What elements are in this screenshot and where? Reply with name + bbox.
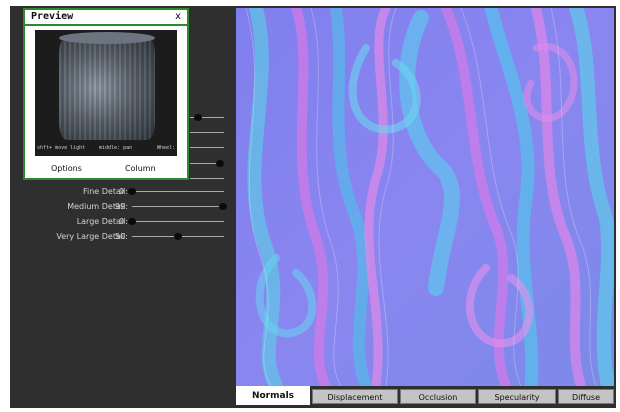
hidden-slider-knob[interactable] [194, 114, 202, 121]
very-large-detail-value: 50 [115, 232, 126, 241]
preview-menu: Options Column [25, 162, 187, 178]
tab-displacement[interactable]: Displacement [312, 389, 398, 404]
tab-specularity[interactable]: Specularity [478, 389, 556, 404]
medium-detail-value: 99 [115, 202, 126, 211]
hidden-slider-track[interactable] [190, 178, 224, 179]
fine-detail-row: Fine Detail: 0 [10, 186, 232, 198]
preview-title-bar[interactable]: Preview x [25, 10, 187, 26]
medium-detail-track[interactable] [132, 206, 224, 207]
preview-title: Preview [31, 11, 74, 22]
hint-light: shft+ move light [37, 145, 86, 151]
tab-occlusion[interactable]: Occlusion [400, 389, 476, 404]
hidden-slider-track[interactable] [190, 132, 224, 133]
large-detail-track[interactable] [132, 221, 224, 222]
model-top-rim [59, 32, 155, 44]
options-menu[interactable]: Options [51, 164, 82, 173]
very-large-detail-row: Very Large Detail: 50 [10, 231, 232, 243]
app-window: Fine Detail: 0 Medium Detail: 99 Large D… [10, 6, 616, 408]
fine-detail-track[interactable] [132, 191, 224, 192]
preview-window: Preview x shft+ move light middle: pan W… [23, 8, 189, 180]
large-detail-row: Large Detail: 0 [10, 216, 232, 228]
normal-map-image [236, 8, 614, 386]
large-detail-value: 0 [119, 217, 125, 226]
hidden-slider-knob[interactable] [216, 160, 224, 167]
column-menu[interactable]: Column [125, 164, 156, 173]
close-icon[interactable]: x [175, 11, 181, 22]
preview-viewport[interactable]: shft+ move light middle: pan Wheel: [35, 30, 177, 156]
hidden-slider-track[interactable] [190, 147, 224, 148]
preview-model [59, 32, 155, 140]
tab-diffuse[interactable]: Diffuse [558, 389, 614, 404]
normal-map-texture[interactable] [236, 8, 614, 386]
large-detail-slider[interactable] [128, 218, 136, 225]
very-large-detail-slider[interactable] [174, 233, 182, 240]
viewport-hints: shft+ move light middle: pan Wheel: [37, 145, 175, 154]
hint-zoom: Wheel: [156, 145, 175, 151]
map-tabs: Normals Displacement Occlusion Speculari… [236, 386, 614, 406]
fine-detail-slider[interactable] [128, 188, 136, 195]
medium-detail-row: Medium Detail: 99 [10, 201, 232, 213]
fine-detail-value: 0 [119, 187, 125, 196]
medium-detail-slider[interactable] [219, 203, 228, 210]
tab-normals[interactable]: Normals [236, 386, 310, 405]
hint-pan: middle: pan [99, 145, 133, 151]
